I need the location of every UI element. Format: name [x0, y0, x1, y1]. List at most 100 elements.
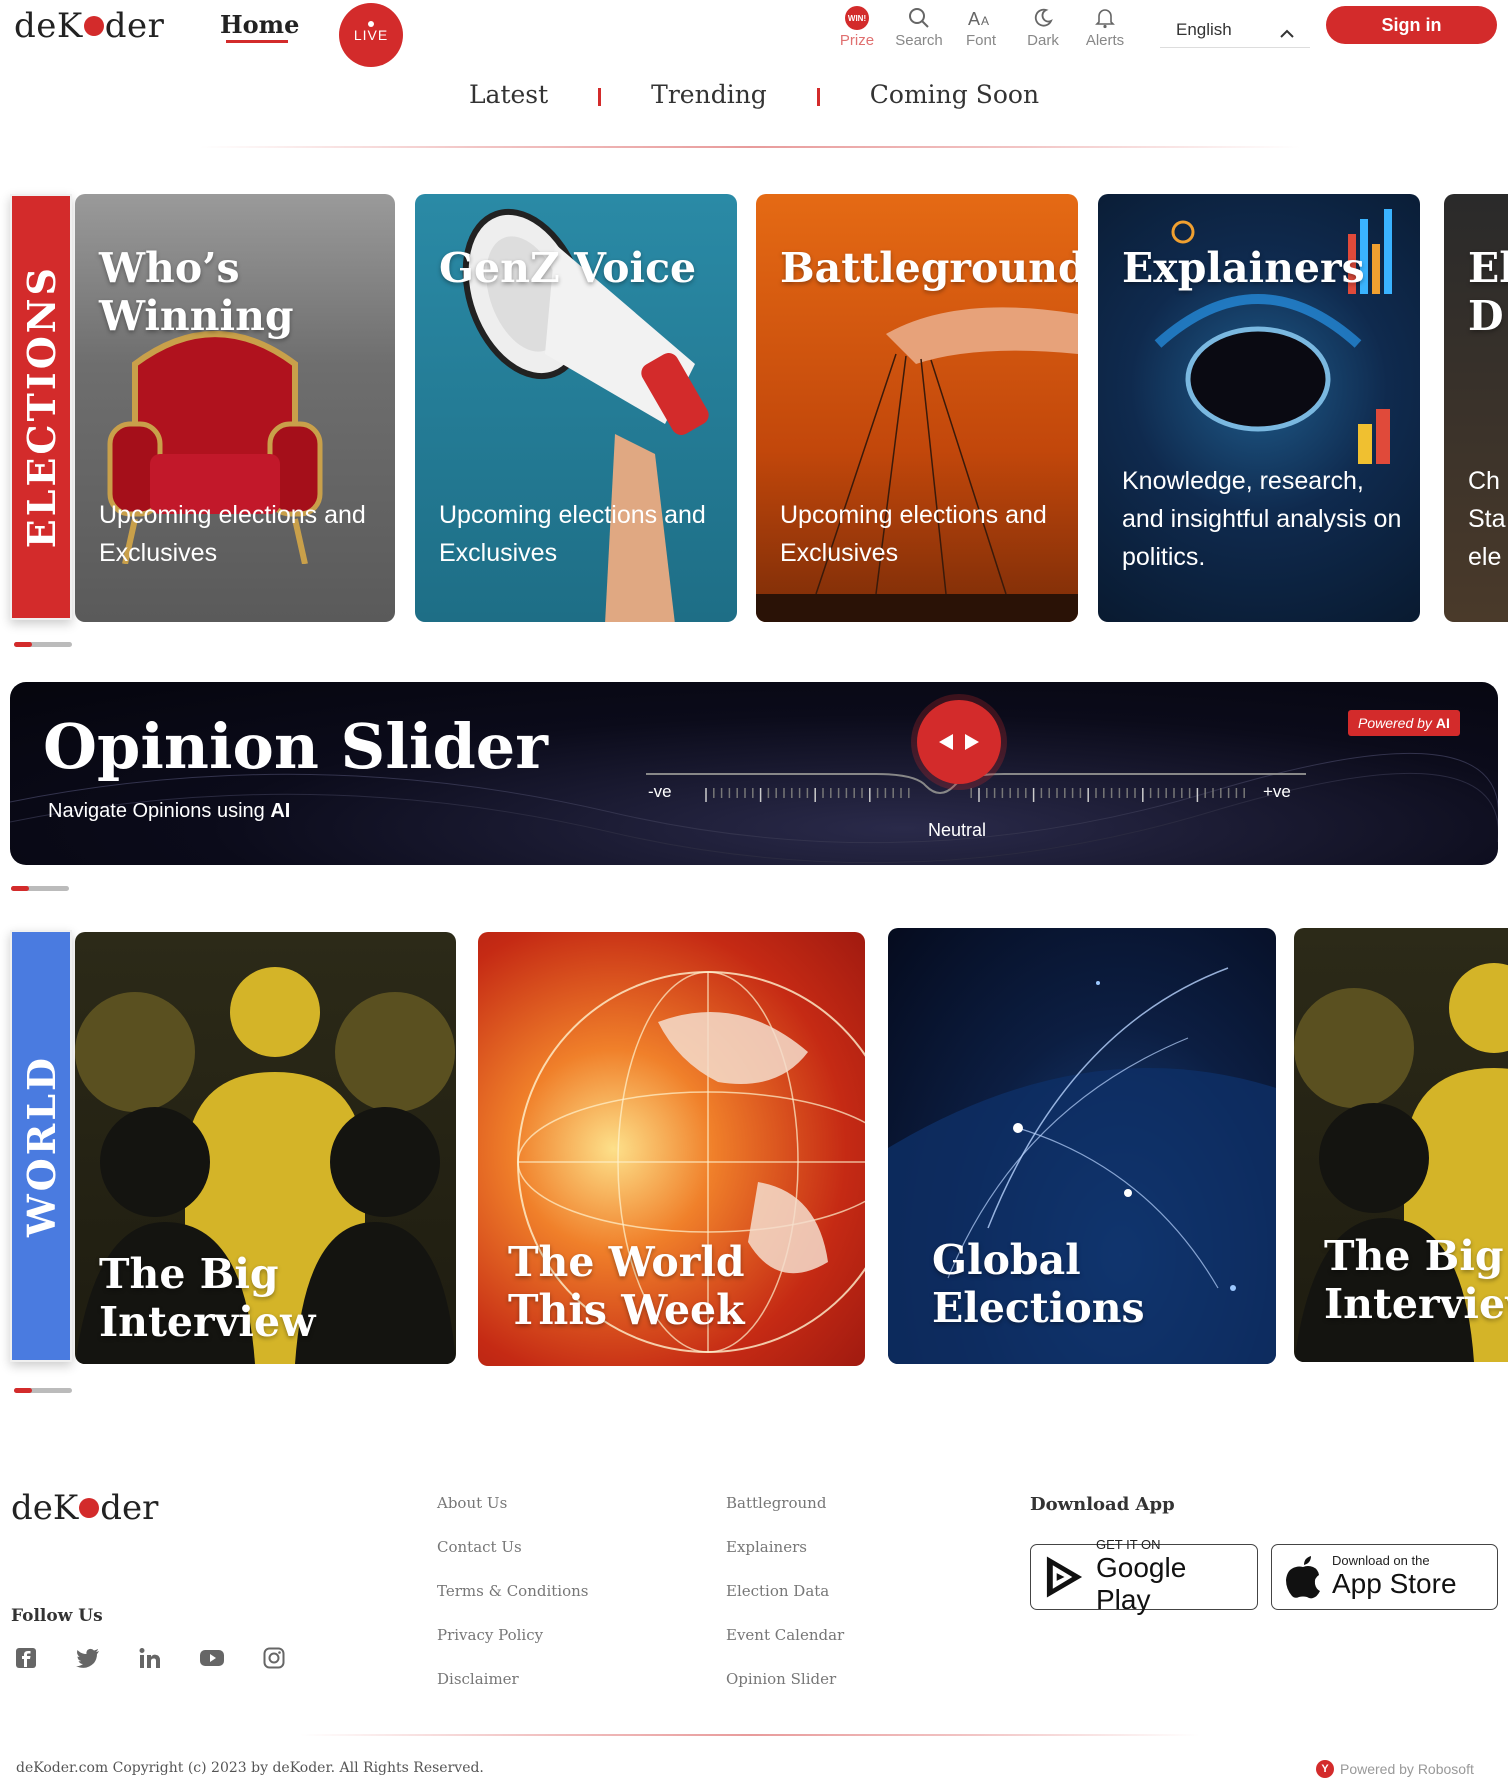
card-title: The Big Interview — [1324, 1232, 1508, 1328]
instagram-icon[interactable] — [262, 1646, 286, 1670]
font-label: Font — [965, 32, 996, 49]
card-peek-next[interactable]: El D Ch Sta ele — [1444, 194, 1508, 622]
card-title: The Big Interview — [99, 1250, 316, 1346]
app-store-small: Download on the — [1332, 1553, 1430, 1568]
search-button[interactable]: Search — [888, 4, 950, 49]
youtube-icon[interactable] — [200, 1646, 224, 1670]
world-section-label: WORLD — [10, 930, 72, 1362]
badge-prefix: Powered by — [1358, 715, 1436, 731]
prize-badge-text: WIN! — [848, 14, 866, 23]
google-play-small: GET IT ON — [1095, 1537, 1161, 1552]
footer-link-battleground[interactable]: Battleground — [726, 1494, 844, 1538]
bell-icon — [1074, 4, 1136, 32]
scale-ticks — [705, 788, 1245, 802]
facebook-icon[interactable] — [14, 1646, 38, 1670]
footer-link-privacy[interactable]: Privacy Policy — [437, 1626, 588, 1670]
language-select[interactable]: English — [1160, 14, 1310, 48]
opinion-carousel-indicator[interactable] — [11, 886, 69, 891]
opinion-subtitle: Navigate Opinions using AI — [48, 800, 290, 823]
subnav-latest[interactable]: Latest — [469, 80, 548, 109]
google-play-button[interactable]: GET IT ON Google Play — [1030, 1538, 1258, 1615]
header: deK der Home LIVE WIN! Prize Search AA Fo… — [0, 0, 1508, 68]
copyright-text: deKoder.com Copyright (c) 2023 by deKode… — [16, 1760, 484, 1776]
footer-links-sections: Battleground Explainers Election Data Ev… — [726, 1494, 844, 1714]
card-subtitle: Upcoming elections and Exclusives — [439, 501, 706, 567]
subnav-separator — [598, 87, 602, 106]
trophy-icon: WIN! — [826, 4, 888, 32]
apple-icon — [1286, 1556, 1320, 1599]
logo-text-right: der — [104, 6, 165, 46]
negative-label: -ve — [648, 782, 672, 801]
site-logo[interactable]: deK der — [14, 6, 164, 46]
alerts-label: Alerts — [1085, 32, 1125, 49]
linkedin-icon[interactable] — [138, 1646, 162, 1670]
card-subtitle: Ch Sta ele — [1468, 467, 1506, 571]
font-size-icon: AA — [950, 4, 1012, 32]
card-title: The World This Week — [508, 1238, 745, 1334]
card-world-this-week[interactable]: The World This Week — [478, 932, 865, 1366]
positive-label: +ve — [1263, 782, 1291, 801]
card-title: Explainers — [1122, 244, 1365, 292]
download-app-heading: Download App — [1030, 1494, 1175, 1515]
neutral-label: Neutral — [928, 820, 987, 840]
footer-link-opinion-slider[interactable]: Opinion Slider — [726, 1670, 844, 1714]
font-button[interactable]: AA Font — [950, 4, 1012, 49]
subnav-coming-soon[interactable]: Coming Soon — [870, 80, 1039, 109]
card-explainers[interactable]: Explainers Knowledge, research, and insi… — [1098, 194, 1420, 622]
badge-bold: AI — [1435, 715, 1450, 731]
card-big-interview-peek[interactable]: The Big Interview — [1294, 928, 1508, 1362]
sub-navigation: Latest Trending Coming Soon — [0, 80, 1508, 109]
footer-link-terms[interactable]: Terms & Conditions — [437, 1582, 588, 1626]
dark-mode-button[interactable]: Dark — [1012, 4, 1074, 49]
twitter-icon[interactable] — [76, 1646, 100, 1670]
card-subtitle: Knowledge, research, and insightful anal… — [1122, 467, 1402, 571]
footer-link-election-data[interactable]: Election Data — [726, 1582, 844, 1626]
opinion-slider-banner[interactable]: Opinion Slider Navigate Opinions using A… — [10, 682, 1498, 865]
logo-dot — [79, 1498, 100, 1518]
world-carousel-indicator[interactable] — [14, 1388, 72, 1393]
subnav-divider — [200, 146, 1300, 148]
opinion-title: Opinion Slider — [43, 710, 548, 783]
powered-by-robosoft[interactable]: Y Powered by Robosoft — [1316, 1760, 1474, 1778]
sign-in-button[interactable]: Sign in — [1326, 6, 1497, 44]
card-title: Battleground — [780, 244, 1078, 292]
svg-text:A: A — [981, 14, 989, 28]
logo-text-left: deK — [11, 1488, 79, 1528]
elections-carousel-indicator[interactable] — [14, 642, 72, 647]
footer-link-event-calendar[interactable]: Event Calendar — [726, 1626, 844, 1670]
world-label-text: WORLD — [18, 1054, 64, 1238]
powered-by-ai-badge: Powered by AI — [1348, 710, 1460, 736]
footer-logo[interactable]: deK der — [11, 1488, 158, 1528]
app-store-big: App Store — [1332, 1568, 1457, 1599]
logo-text-right: der — [100, 1488, 159, 1528]
subnav-trending[interactable]: Trending — [651, 80, 767, 109]
dark-label: Dark — [1027, 32, 1059, 49]
footer-divider — [300, 1734, 1200, 1736]
alerts-button[interactable]: Alerts — [1074, 4, 1136, 49]
robosoft-logo-icon: Y — [1316, 1760, 1334, 1778]
prize-button[interactable]: WIN! Prize — [826, 4, 888, 49]
home-underline — [226, 40, 288, 43]
card-global-elections[interactable]: Global Elections — [888, 928, 1276, 1364]
card-subtitle: Upcoming elections and Exclusives — [780, 501, 1047, 567]
slider-knob[interactable] — [917, 700, 1001, 784]
card-title: El D — [1468, 244, 1508, 340]
footer-link-explainers[interactable]: Explainers — [726, 1538, 844, 1582]
card-big-interview[interactable]: The Big Interview — [75, 932, 456, 1364]
card-whos-winning[interactable]: Who’s Winning Upcoming elections and Exc… — [75, 194, 395, 622]
logo-text-left: deK — [14, 6, 83, 46]
footer-link-contact[interactable]: Contact Us — [437, 1538, 588, 1582]
footer-link-disclaimer[interactable]: Disclaimer — [437, 1670, 588, 1714]
card-subtitle: Upcoming elections and Exclusives — [99, 501, 366, 567]
card-genz-voice[interactable]: GenZ Voice Upcoming elections and Exclus… — [415, 194, 737, 622]
search-icon — [888, 4, 950, 32]
footer-link-about[interactable]: About Us — [437, 1494, 588, 1538]
nav-home-link[interactable]: Home — [220, 10, 299, 39]
google-play-icon — [1046, 1556, 1083, 1598]
puppet-strings-image — [756, 307, 1078, 622]
live-button[interactable]: LIVE — [339, 3, 403, 67]
card-title: GenZ Voice — [439, 244, 697, 292]
card-battleground[interactable]: Battleground Upcoming elections and Excl… — [756, 194, 1078, 622]
app-store-button[interactable]: Download on the App Store — [1271, 1544, 1498, 1610]
subnav-separator — [816, 87, 820, 106]
